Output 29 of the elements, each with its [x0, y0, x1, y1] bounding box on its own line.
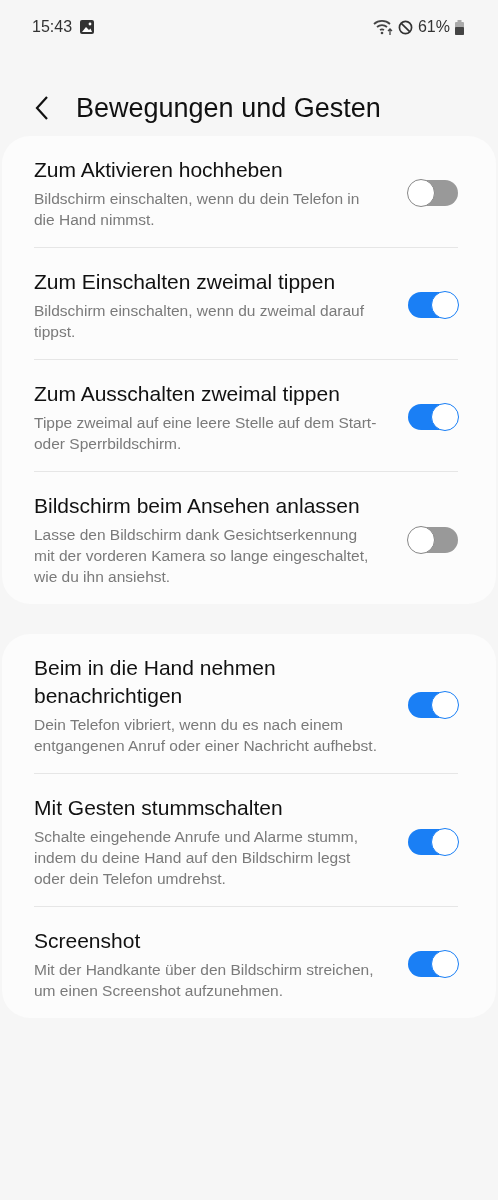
page-title: Bewegungen und Gesten [76, 92, 381, 124]
wifi-icon [372, 19, 393, 35]
toggle-switch[interactable] [408, 404, 458, 430]
status-time: 15:43 [32, 18, 73, 36]
back-icon[interactable] [34, 95, 50, 121]
toggle-switch[interactable] [408, 180, 458, 206]
toggle-switch[interactable] [408, 526, 458, 553]
setting-description: Schalte eingehende Anrufe und Alarme stumm, indem du deine Hand auf den Bildschirm legst oder dein Telefon umdrehst. [34, 827, 359, 889]
setting-title: Zum Einschalten zweimal tippen [34, 269, 337, 295]
image-icon [80, 20, 95, 34]
setting-title: Zum Ausschalten zweimal tippen [34, 381, 341, 407]
do-not-disturb-icon [397, 19, 413, 35]
setting-description: Bildschirm einschalten, wenn du zweimal darauf tippst. [34, 301, 365, 342]
toggle-switch[interactable] [408, 692, 458, 718]
setting-title: Bildschirm beim Ansehen anlassen [34, 493, 361, 519]
setting-description: Dein Telefon vibriert, wenn du es nach einem entgangenen Anruf oder einer Nachricht aufhebst. [34, 715, 378, 756]
setting-description: Lasse den Bildschirm dank Gesichtserkennung mit der vorderen Kamera so lange eingeschaltet, wie du ihn ansiehst. [34, 525, 370, 587]
battery-icon [455, 19, 464, 35]
setting-description: Mit der Handkante über den Bildschirm streichen, um einen Screenshot aufzunehmen. [34, 960, 375, 1001]
battery-percent: 61% [417, 18, 450, 36]
setting-title: Zum Aktivieren hochheben [34, 157, 284, 183]
setting-title: Mit Gesten stummschalten [34, 795, 284, 821]
setting-title: Screenshot [34, 928, 142, 954]
toggle-switch[interactable] [408, 292, 458, 318]
toggle-switch[interactable] [408, 828, 458, 855]
toggle-switch[interactable] [408, 951, 458, 977]
setting-description: Bildschirm einschalten, wenn du dein Telefon in die Hand nimmst. [34, 189, 361, 230]
setting-description: Tippe zweimal auf eine leere Stelle auf dem Start- oder Sperrbildschirm. [34, 413, 378, 454]
setting-title: Beim in die Hand nehmen benachrichtigen [34, 655, 277, 709]
